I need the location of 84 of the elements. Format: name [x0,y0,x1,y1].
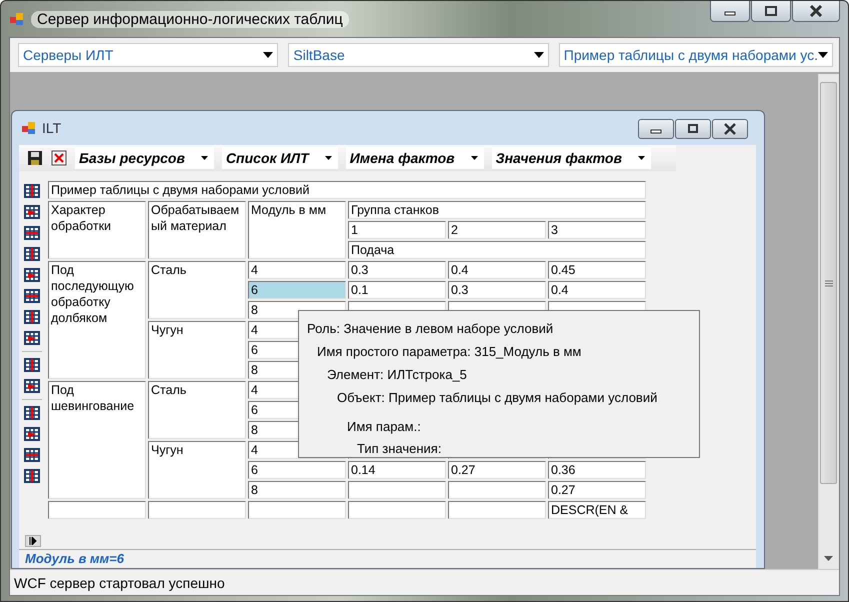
dropdown[interactable]: SiltBase [288,43,549,67]
close-icon [809,5,823,17]
table-cell: 0.27 [548,481,646,499]
table-tool-icon[interactable] [24,309,40,325]
table-cell: Под последующую обработку долбяком [48,261,146,379]
table-title-cell: Пример таблицы с двумя наборами условий [48,181,646,199]
maximize-button[interactable] [751,1,791,22]
window-title: ILT [42,120,62,136]
table-cell[interactable]: 4 [248,261,346,279]
table-tool-icon[interactable] [24,405,40,421]
app-icon [21,120,37,136]
status-text: WCF сервер стартовал успешно [14,574,225,590]
minimize-button[interactable] [638,119,674,139]
grip-icon [824,280,832,286]
arrow-icon [29,537,37,545]
dropdown[interactable]: Серверы ИЛТ [18,43,278,67]
table-cell: 0.3 [348,261,446,279]
table-cell: Сталь [148,261,246,319]
window-title: Сервер информационно-логических таблиц [31,10,349,28]
table-cell: Сталь [148,381,246,439]
scroll-thumb[interactable] [820,82,837,484]
delete-icon[interactable] [51,150,67,166]
toolbar-dropdown[interactable]: Список ИЛТ [222,147,338,169]
table-cell[interactable]: 6 [248,461,346,479]
table-tool-icon[interactable] [24,246,40,262]
app-icon [9,11,25,27]
caret-icon [818,52,828,58]
caret-icon [200,156,208,160]
table-tool-icon[interactable] [24,378,40,394]
maximize-icon [765,6,777,16]
table-cell[interactable]: 6 [248,281,346,299]
table-cell: DESCR(EN & [548,501,646,519]
table-tool-icon[interactable] [24,225,40,241]
table-cell: Под шевингование [48,381,146,499]
restore-icon [687,124,699,134]
caret-icon [638,156,645,160]
close-button[interactable] [792,1,840,22]
table-cell: 0.27 [448,461,546,479]
header-cell: Группа станков [348,201,646,219]
table-cell: 0.1 [348,281,446,299]
dropdown[interactable]: Пример таблицы с двумя наборами ус. [558,43,833,67]
table-tool-icon[interactable] [24,183,40,199]
table-tool-icon[interactable] [24,267,40,283]
selection-label: Модуль в мм=6 [25,551,124,566]
table-cell: 0.36 [548,461,646,479]
table-cell: Чугун [148,321,246,379]
caret-icon [324,156,332,160]
table-cell: Чугун [148,441,246,499]
table-cell: 0.4 [548,281,646,299]
table-tool-icon[interactable] [24,468,40,484]
close-button[interactable] [712,119,748,139]
header-cell: 1 [348,221,446,239]
toolbar-dropdown[interactable]: Значения фактов [492,147,651,169]
toolbar-dropdown[interactable]: Базы ресурсов [75,147,214,169]
table-cell: 0.3 [448,281,546,299]
tooltip-line: Имя парам.: [346,418,422,436]
header-cell: Подача [348,241,646,259]
minimize-button[interactable] [710,1,750,22]
toolbar-dropdown[interactable]: Имена фактов [346,147,484,169]
table-cell[interactable]: 8 [248,481,346,499]
tooltip-line: Тип значения: [356,440,442,458]
save-icon[interactable] [27,150,43,166]
scroll-down-icon[interactable] [824,556,833,561]
header-cell: 3 [548,221,646,239]
caret-icon [263,52,274,58]
table-tool-icon[interactable] [24,204,40,220]
caret-icon [470,156,478,160]
header-cell: 2 [448,221,546,239]
table-cell: 0.45 [548,261,646,279]
header-cell: Обрабатываемый материал [148,201,246,259]
table-tool-icon[interactable] [24,426,40,442]
table-tool-icon[interactable] [24,288,40,304]
table-tool-icon[interactable] [24,357,40,373]
table-cell: 0.14 [348,461,446,479]
header-cell: Характер обработки [48,201,146,259]
table-tool-icon[interactable] [24,447,40,463]
scroll-button[interactable] [25,535,41,547]
close-icon [723,123,737,135]
table-tool-icon[interactable] [24,330,40,346]
scrollbar[interactable] [818,74,839,569]
caret-icon [534,52,544,58]
restore-button[interactable] [675,119,711,139]
header-cell: Модуль в мм [248,201,346,259]
table-cell: 0.4 [448,261,546,279]
